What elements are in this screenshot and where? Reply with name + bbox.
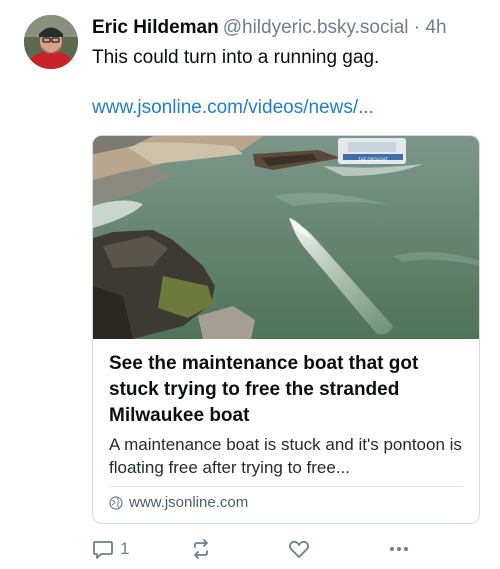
card-title[interactable]: See the maintenance boat that got stuck … <box>109 351 469 429</box>
link-preview-card[interactable]: THE DROUGHT See the maintenance boat tha… <box>92 135 480 524</box>
more-horizontal-icon <box>388 538 410 560</box>
reply-count: 1 <box>120 539 130 558</box>
card-domain-row: www.jsonline.com <box>109 494 248 511</box>
boat-name-text: THE DROUGHT <box>357 157 388 162</box>
author-handle[interactable]: @hildyeric.bsky.social <box>223 17 409 38</box>
post-header: Eric Hildeman @hildyeric.bsky.social · 4h <box>92 16 484 40</box>
reply-button[interactable]: 1 <box>92 538 129 560</box>
card-thumbnail: THE DROUGHT <box>93 136 479 339</box>
card-domain: www.jsonline.com <box>129 494 249 511</box>
author-name[interactable]: Eric Hildeman <box>92 17 219 38</box>
repost-button[interactable] <box>190 538 218 560</box>
post-timestamp[interactable]: 4h <box>425 17 446 38</box>
reply-icon <box>92 538 114 560</box>
card-description: A maintenance boat is stuck and it's pon… <box>109 435 462 477</box>
heart-icon <box>288 538 310 560</box>
post-text: This could turn into a running gag. <box>92 47 380 68</box>
separator-dot: · <box>413 17 421 38</box>
post-link[interactable]: www.jsonline.com/videos/news/... <box>92 95 374 121</box>
repost-icon <box>190 538 212 560</box>
post[interactable]: Eric Hildeman @hildyeric.bsky.social · 4h… <box>0 0 500 569</box>
more-options-button[interactable] <box>388 538 410 560</box>
post-actions: 1 <box>92 538 422 562</box>
globe-icon <box>109 495 123 510</box>
author-avatar[interactable] <box>24 15 78 69</box>
card-divider <box>109 486 463 487</box>
avatar-image <box>24 15 78 69</box>
like-button[interactable] <box>288 538 316 560</box>
